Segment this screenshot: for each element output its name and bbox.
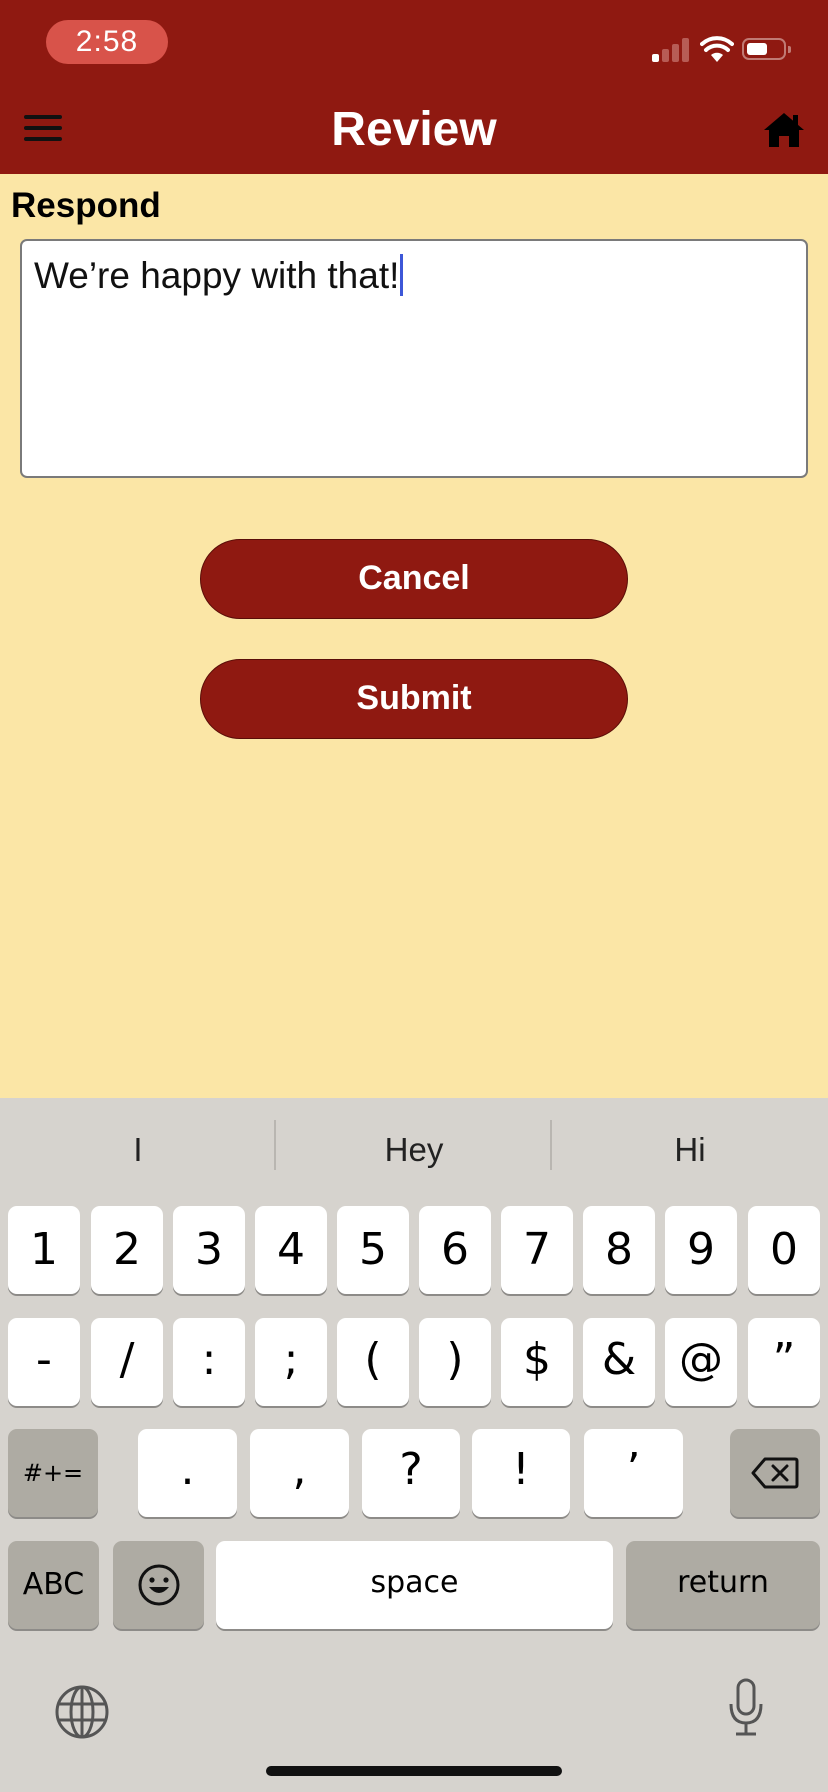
globe-icon[interactable] — [54, 1684, 110, 1740]
key-dollar[interactable]: $ — [501, 1318, 573, 1406]
key-1[interactable]: 1 — [8, 1206, 80, 1294]
key-hyphen[interactable]: - — [8, 1318, 80, 1406]
return-key[interactable]: return — [626, 1541, 820, 1629]
wifi-icon — [700, 36, 734, 62]
battery-icon — [742, 38, 791, 60]
delete-icon — [751, 1457, 799, 1489]
key-3[interactable]: 3 — [173, 1206, 245, 1294]
key-at[interactable]: @ — [665, 1318, 737, 1406]
key-6[interactable]: 6 — [419, 1206, 491, 1294]
key-0[interactable]: 0 — [748, 1206, 820, 1294]
key-5[interactable]: 5 — [337, 1206, 409, 1294]
navigation-bar: 2:58 Review — [0, 0, 828, 174]
status-time: 2:58 — [46, 20, 168, 64]
respond-label: Respond — [11, 186, 161, 225]
key-2[interactable]: 2 — [91, 1206, 163, 1294]
key-8[interactable]: 8 — [583, 1206, 655, 1294]
backspace-key[interactable] — [730, 1429, 820, 1517]
key-ampersand[interactable]: & — [583, 1318, 655, 1406]
response-textarea[interactable]: We’re happy with that! — [20, 239, 808, 478]
response-text: We’re happy with that! — [34, 255, 400, 296]
suggestion-1[interactable]: I — [0, 1098, 276, 1202]
symbols-toggle-key[interactable]: #+= — [8, 1429, 98, 1517]
key-apostrophe[interactable]: ’ — [584, 1429, 683, 1517]
emoji-key[interactable] — [113, 1541, 204, 1629]
key-period[interactable]: . — [138, 1429, 237, 1517]
cellular-signal-icon — [652, 38, 692, 62]
key-comma[interactable]: , — [250, 1429, 349, 1517]
home-indicator — [266, 1766, 562, 1776]
abc-key[interactable]: ABC — [8, 1541, 99, 1629]
emoji-icon — [138, 1564, 179, 1606]
suggestion-2[interactable]: Hey — [276, 1098, 552, 1202]
key-question[interactable]: ? — [362, 1429, 460, 1517]
key-4[interactable]: 4 — [255, 1206, 327, 1294]
microphone-icon[interactable] — [726, 1676, 766, 1740]
key-7[interactable]: 7 — [501, 1206, 573, 1294]
page-title: Review — [331, 103, 497, 156]
submit-button[interactable]: Submit — [200, 659, 628, 739]
home-icon[interactable] — [762, 110, 806, 150]
key-quote[interactable]: ” — [748, 1318, 820, 1406]
cancel-button[interactable]: Cancel — [200, 539, 628, 619]
key-slash[interactable]: / — [91, 1318, 163, 1406]
key-exclamation[interactable]: ! — [472, 1429, 570, 1517]
key-9[interactable]: 9 — [665, 1206, 737, 1294]
key-semicolon[interactable]: ; — [255, 1318, 327, 1406]
space-key[interactable]: space — [216, 1541, 613, 1629]
key-close-paren[interactable]: ) — [419, 1318, 491, 1406]
suggestion-3[interactable]: Hi — [552, 1098, 828, 1202]
key-colon[interactable]: : — [173, 1318, 245, 1406]
text-caret — [400, 254, 404, 296]
on-screen-keyboard: I Hey Hi 1 2 3 4 5 6 7 8 9 0 - / : ; ( )… — [0, 1098, 828, 1792]
key-open-paren[interactable]: ( — [337, 1318, 409, 1406]
